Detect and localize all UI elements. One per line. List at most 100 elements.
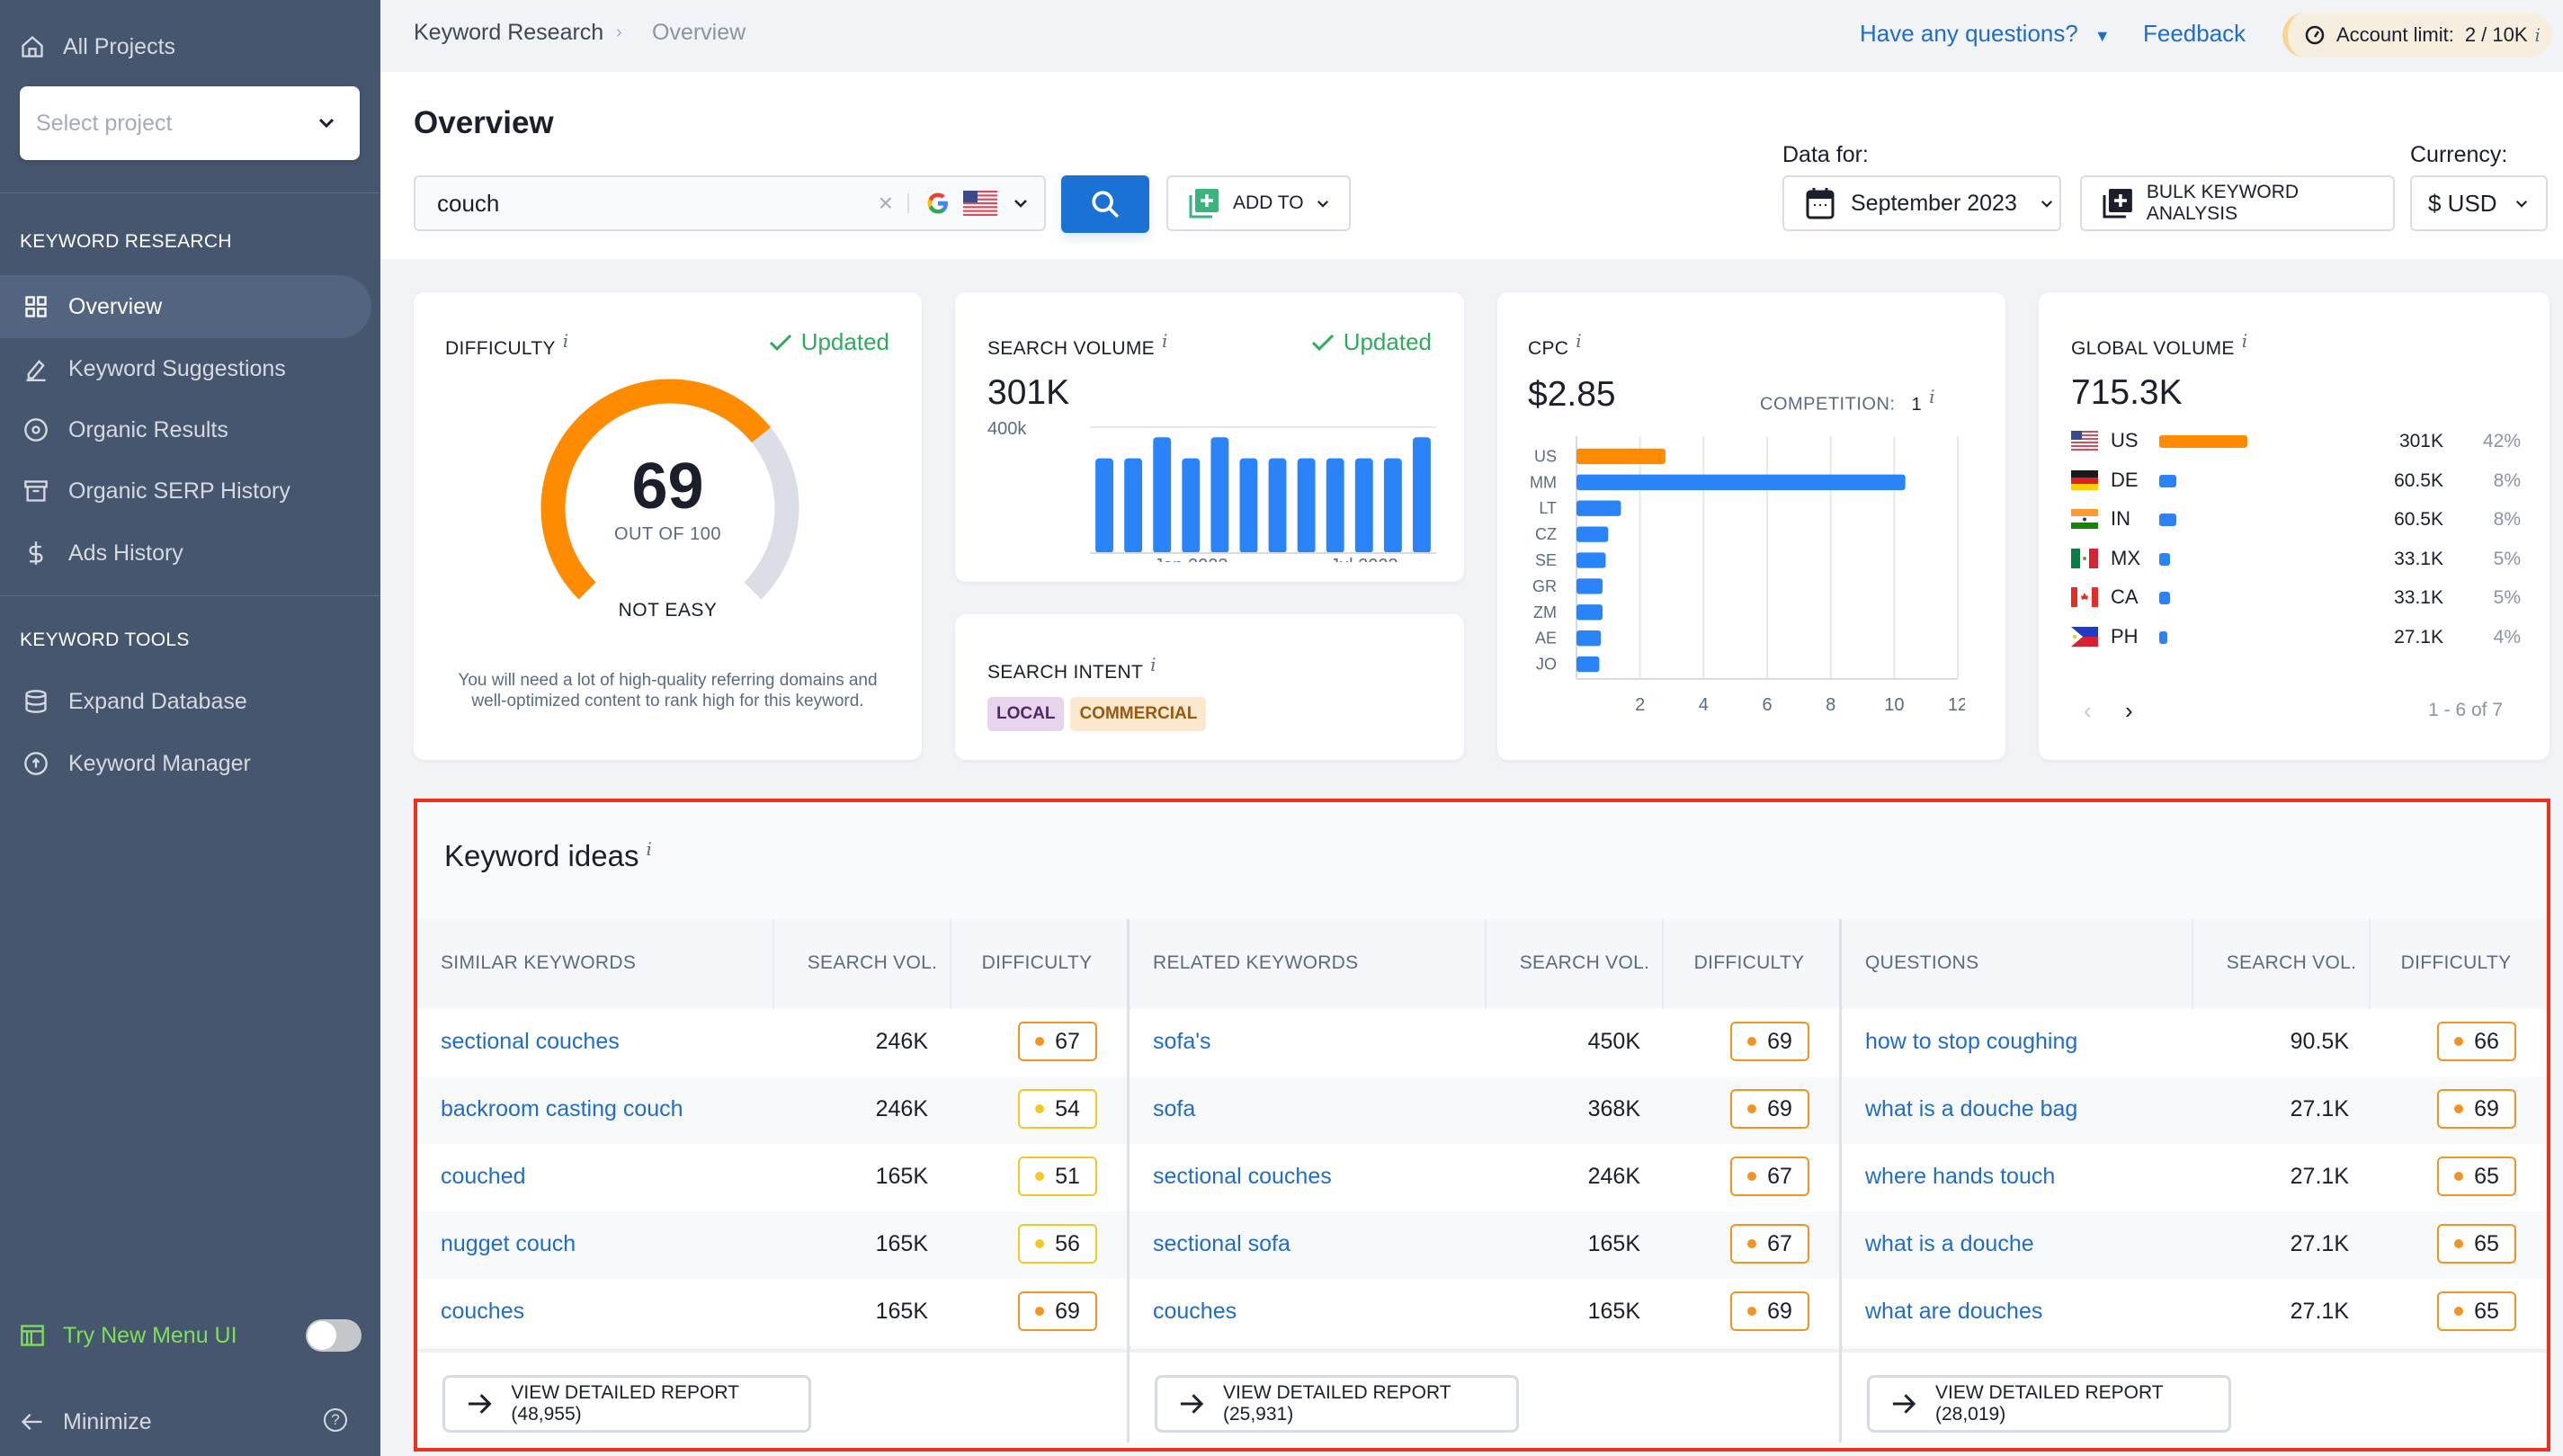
add-to-button[interactable]: ADD TO <box>1166 175 1351 231</box>
volume-bar[interactable] <box>1326 458 1344 553</box>
sidebar-item-keyword-manager[interactable]: Keyword Manager <box>0 732 371 795</box>
keyword-link[interactable]: where hands touch <box>1865 1164 2055 1190</box>
keyword-link[interactable]: what are douches <box>1865 1299 2042 1325</box>
volume-bar[interactable] <box>1095 458 1113 553</box>
keyword-link[interactable]: couches <box>441 1299 524 1325</box>
search-volume-title-text: SEARCH VOLUME <box>987 338 1155 359</box>
questions-dropdown[interactable]: Have any questions? ▼ <box>1860 20 2111 48</box>
x-tick-label: Jul 2023 <box>1330 556 1398 562</box>
volume-bar[interactable] <box>1354 458 1373 553</box>
info-icon[interactable]: i <box>1576 330 1582 352</box>
difficulty-column-header[interactable]: DIFFICULTY <box>1664 919 1835 1007</box>
keyword-search-input[interactable]: couch × <box>414 175 1046 231</box>
cpc-bar[interactable] <box>1576 578 1603 594</box>
new-menu-toggle[interactable] <box>306 1319 362 1352</box>
info-icon[interactable]: i <box>1929 386 1935 407</box>
sidebar-item-organic-serp-history[interactable]: Organic SERP History <box>0 460 371 523</box>
volume-column-header[interactable]: SEARCH VOL. <box>2214 919 2369 1007</box>
prev-page-icon[interactable]: ‹ <box>2084 697 2092 725</box>
keyword-volume: 246K <box>875 1096 928 1121</box>
google-icon[interactable] <box>925 191 951 216</box>
country-code: US <box>2111 429 2139 451</box>
us-flag-icon[interactable] <box>963 191 997 216</box>
try-new-menu-link[interactable]: Try New Menu UI <box>20 1318 237 1353</box>
cpc-bar[interactable] <box>1576 656 1600 673</box>
keyword-link[interactable]: couched <box>441 1164 526 1190</box>
sidebar-item-overview[interactable]: Overview <box>0 275 371 338</box>
search-button[interactable] <box>1061 175 1149 233</box>
next-page-icon[interactable]: › <box>2125 697 2133 725</box>
keyword-link[interactable]: what is a douche <box>1865 1231 2034 1257</box>
info-icon[interactable]: i <box>646 838 651 860</box>
info-icon[interactable]: i <box>1150 654 1156 675</box>
keyword-link[interactable]: backroom casting couch <box>441 1096 683 1122</box>
difficulty-column-header[interactable]: DIFFICULTY <box>2371 919 2541 1007</box>
sidebar-item-expand-database[interactable]: Expand Database <box>0 670 371 733</box>
clear-icon[interactable]: × <box>879 189 893 218</box>
minimize-button[interactable]: Minimize <box>20 1404 152 1440</box>
keyword-link[interactable]: sectional sofa <box>1153 1231 1290 1257</box>
keyword-link[interactable]: what is a douche bag <box>1865 1096 2077 1122</box>
cpc-bar[interactable] <box>1576 604 1603 621</box>
keyword-volume: 450K <box>1587 1029 1640 1054</box>
difficulty-value: 65 <box>2474 1230 2499 1256</box>
y-tick-label: AE <box>1535 630 1557 648</box>
country-volume: 33.1K <box>2394 548 2443 569</box>
cpc-bar[interactable] <box>1576 474 1906 490</box>
volume-bar[interactable] <box>1182 458 1201 553</box>
sidebar-item-ads-history[interactable]: Ads History <box>0 522 371 585</box>
keyword-link[interactable]: sofa <box>1153 1096 1195 1122</box>
keyword-link[interactable]: sectional couches <box>1153 1164 1332 1190</box>
volume-bar[interactable] <box>1413 437 1431 553</box>
global-volume-row: US 301K 42% <box>2071 427 2521 458</box>
help-icon[interactable]: ? <box>324 1408 347 1432</box>
sidebar-item-organic-results[interactable]: Organic Results <box>0 398 371 461</box>
difficulty-badge: 67 <box>1018 1022 1097 1061</box>
volume-bar[interactable] <box>1383 458 1402 553</box>
keyword-link[interactable]: sofa's <box>1153 1029 1211 1055</box>
project-select[interactable]: Select project <box>20 86 360 160</box>
info-icon[interactable]: i <box>2535 24 2541 46</box>
cpc-bar[interactable] <box>1576 500 1621 516</box>
sidebar-item-keyword-suggestions[interactable]: Keyword Suggestions <box>0 337 371 400</box>
country-code: DE <box>2111 468 2139 491</box>
info-icon[interactable]: i <box>2242 330 2248 352</box>
volume-bar[interactable] <box>1268 458 1287 553</box>
volume-bar[interactable] <box>1210 437 1229 553</box>
chevron-down-icon[interactable] <box>1014 199 1028 208</box>
keyword-link[interactable]: sectional couches <box>441 1029 620 1055</box>
cpc-bar[interactable] <box>1576 630 1602 647</box>
view-detailed-report-button[interactable]: VIEW DETAILED REPORT (48,955) <box>442 1375 811 1433</box>
all-projects-link[interactable]: All Projects <box>20 29 175 65</box>
volume-bar[interactable] <box>1239 458 1258 553</box>
breadcrumb-keyword-research[interactable]: Keyword Research <box>414 20 603 46</box>
view-detailed-report-button[interactable]: VIEW DETAILED REPORT (28,019) <box>1867 1375 2231 1433</box>
cpc-bar[interactable] <box>1576 526 1609 542</box>
info-icon[interactable]: i <box>1162 330 1168 352</box>
caret-down-icon: ▼ <box>2094 27 2111 45</box>
dollar-icon <box>29 541 43 565</box>
volume-column-header[interactable]: SEARCH VOL. <box>795 919 950 1007</box>
volume-bar[interactable] <box>1124 458 1143 553</box>
country-share-pct: 42% <box>2482 431 2521 451</box>
breadcrumb-separator-icon: › <box>616 22 622 42</box>
volume-bar[interactable] <box>1297 458 1316 553</box>
view-detailed-report-button[interactable]: VIEW DETAILED REPORT (25,931) <box>1155 1375 1519 1433</box>
keyword-volume: 165K <box>1587 1299 1640 1324</box>
country-code: CA <box>2111 585 2139 608</box>
cpc-bar[interactable] <box>1576 448 1666 465</box>
difficulty-column-header[interactable]: DIFFICULTY <box>951 919 1122 1007</box>
keyword-link[interactable]: nugget couch <box>441 1231 576 1257</box>
volume-bar[interactable] <box>1153 437 1172 553</box>
keyword-link[interactable]: how to stop coughing <box>1865 1029 2077 1055</box>
keyword-link[interactable]: couches <box>1153 1299 1237 1325</box>
info-icon[interactable]: i <box>563 330 569 352</box>
cpc-bar[interactable] <box>1576 552 1606 568</box>
account-limit-badge[interactable]: Account limit: 2 / 10K i <box>2282 13 2552 58</box>
date-dropdown[interactable]: September 2023 <box>1782 175 2061 231</box>
table-row: couches 165K 69 <box>1130 1279 1840 1346</box>
volume-column-header[interactable]: SEARCH VOL. <box>1507 919 1662 1007</box>
bulk-keyword-analysis-button[interactable]: BULK KEYWORD ANALYSIS <box>2080 175 2395 231</box>
feedback-link[interactable]: Feedback <box>2143 20 2246 48</box>
currency-dropdown[interactable]: $ USD <box>2410 175 2548 231</box>
